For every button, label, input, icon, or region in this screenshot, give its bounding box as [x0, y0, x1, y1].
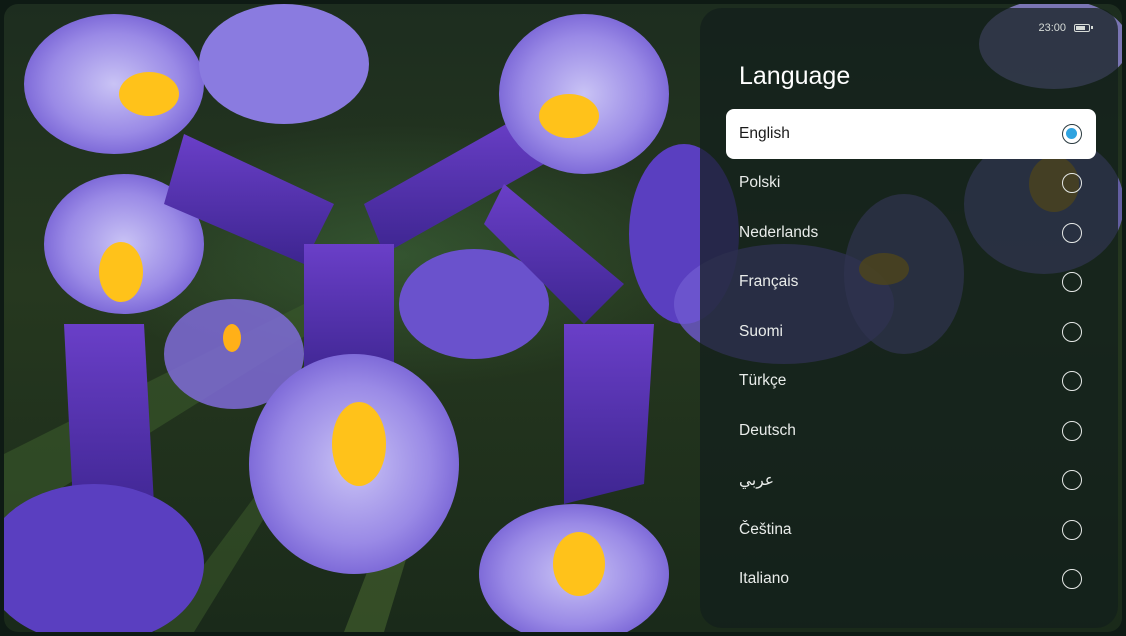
language-label: Türkçe — [739, 372, 787, 390]
clock: 23:00 — [1038, 22, 1066, 34]
language-list: English Polski Nederlands Français Suomi Türk… — [726, 109, 1096, 604]
language-option[interactable]: عربي — [726, 456, 1096, 506]
language-label: English — [739, 124, 790, 142]
radio-unselected-icon[interactable] — [1062, 173, 1082, 194]
radio-selected-icon[interactable] — [1062, 123, 1082, 144]
language-option[interactable]: Nederlands — [726, 208, 1096, 258]
language-settings-panel: 23:00 Language English Polski Nederlands Fr… — [700, 8, 1118, 628]
language-option[interactable]: Polski — [726, 159, 1096, 209]
language-label: Čeština — [739, 520, 792, 538]
radio-unselected-icon[interactable] — [1062, 272, 1082, 293]
language-label: Suomi — [739, 322, 783, 340]
language-label: Italiano — [739, 570, 789, 588]
language-option[interactable]: Français — [726, 258, 1096, 308]
radio-unselected-icon[interactable] — [1062, 420, 1082, 441]
language-label: Français — [739, 273, 799, 291]
language-label: Deutsch — [739, 421, 796, 439]
battery-icon — [1074, 24, 1093, 32]
language-option[interactable]: Suomi — [726, 307, 1096, 357]
language-option[interactable]: English — [726, 109, 1096, 159]
language-option[interactable]: Čeština — [726, 505, 1096, 555]
status-bar: 23:00 — [1038, 22, 1093, 34]
radio-unselected-icon[interactable] — [1062, 470, 1082, 491]
language-label: Polski — [739, 174, 781, 192]
radio-unselected-icon[interactable] — [1062, 371, 1082, 392]
language-label: Nederlands — [739, 223, 819, 241]
radio-unselected-icon[interactable] — [1062, 222, 1082, 243]
panel-title: Language — [739, 62, 851, 90]
language-option[interactable]: Türkçe — [726, 357, 1096, 407]
language-option[interactable]: Italiano — [726, 555, 1096, 605]
radio-unselected-icon[interactable] — [1062, 569, 1082, 590]
radio-unselected-icon[interactable] — [1062, 321, 1082, 342]
language-label: عربي — [739, 471, 775, 489]
radio-unselected-icon[interactable] — [1062, 519, 1082, 540]
tv-screen: 23:00 Language English Polski Nederlands Fr… — [4, 4, 1122, 632]
language-option[interactable]: Deutsch — [726, 406, 1096, 456]
